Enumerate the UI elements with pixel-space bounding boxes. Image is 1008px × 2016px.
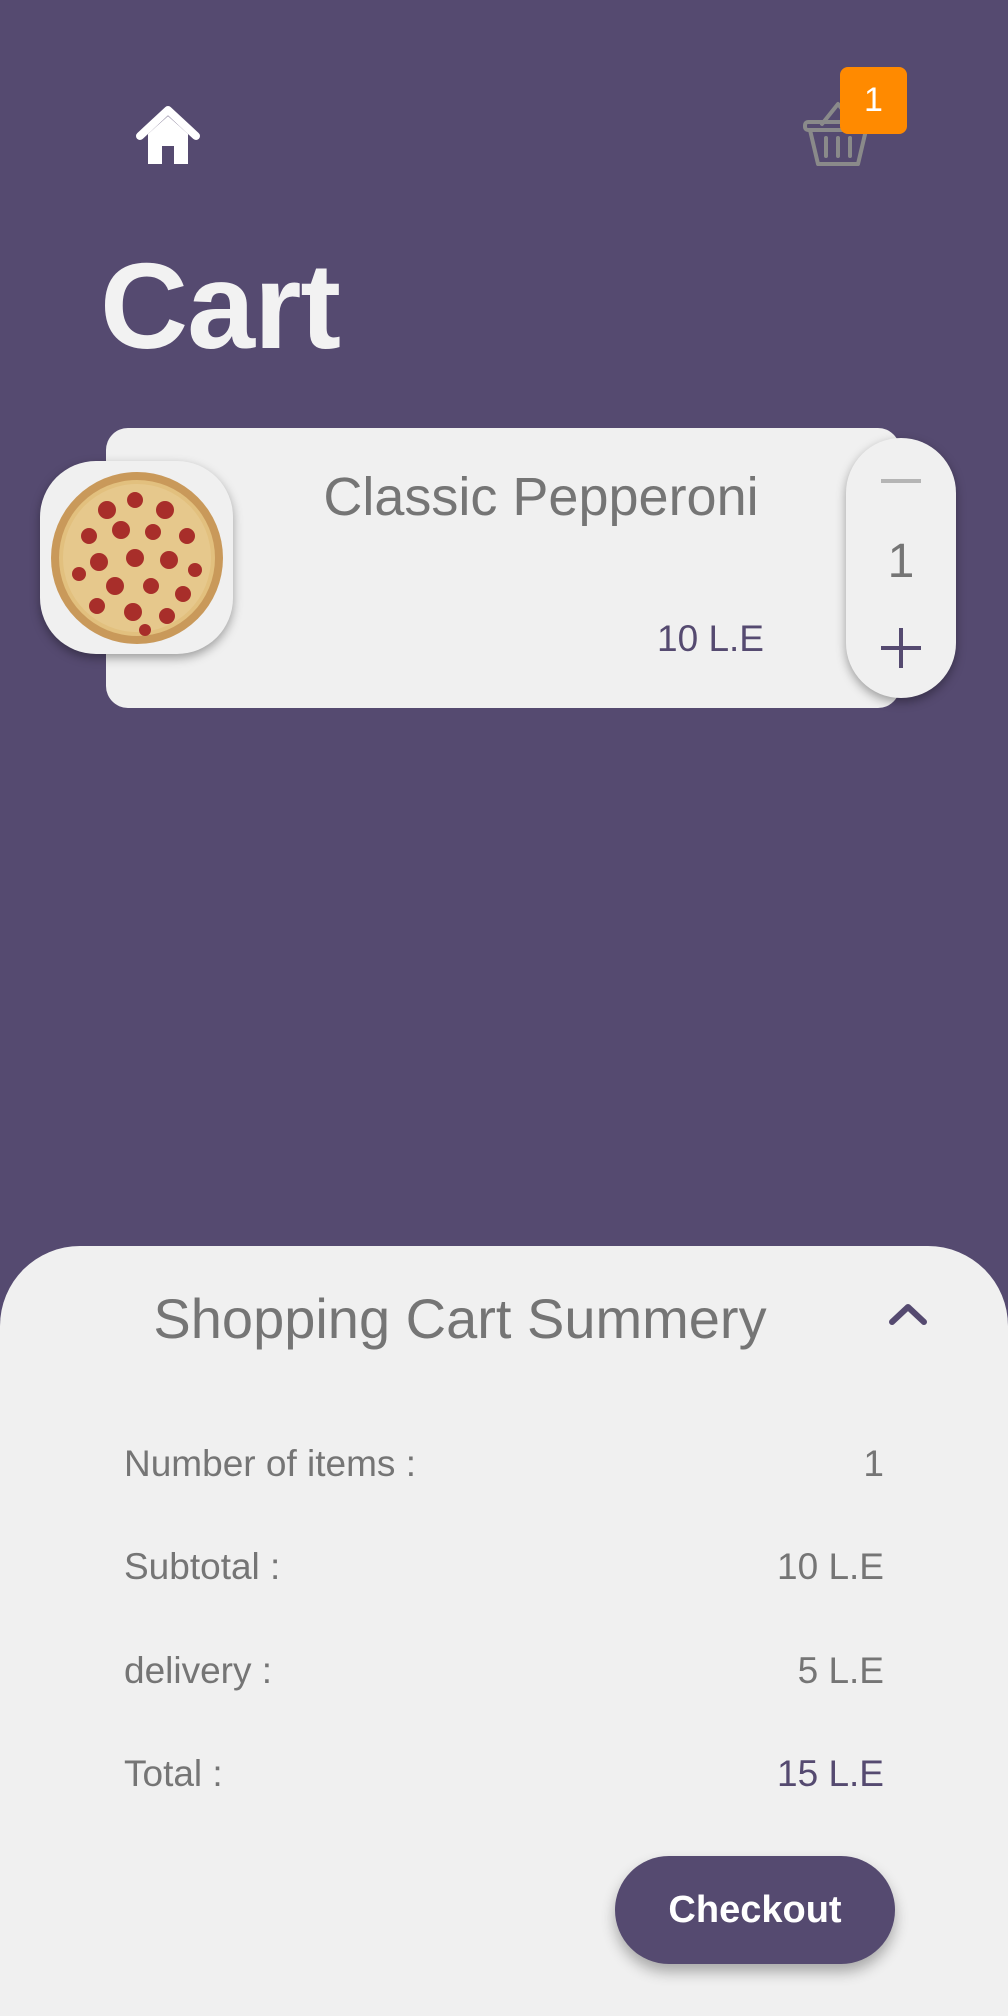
page-title: Cart xyxy=(100,238,341,374)
pizza-image xyxy=(40,461,233,654)
plus-icon xyxy=(881,628,921,668)
increase-quantity-button[interactable] xyxy=(846,618,956,678)
quantity-value: 1 xyxy=(887,535,915,588)
home-icon[interactable] xyxy=(132,100,204,172)
summary-total-value: 15 L.E xyxy=(777,1753,884,1794)
decrease-quantity-button[interactable] xyxy=(846,456,956,506)
summary-label: delivery : xyxy=(124,1650,273,1691)
chevron-up-icon[interactable] xyxy=(880,1294,936,1334)
cart-count-badge: 1 xyxy=(840,67,907,134)
summary-row-items: Number of items : 1 xyxy=(124,1443,884,1493)
summary-label: Total : xyxy=(124,1753,223,1794)
summary-row-total: Total : 15 L.E xyxy=(124,1753,884,1803)
summary-label: Number of items : xyxy=(124,1443,416,1484)
checkout-button[interactable]: Checkout xyxy=(615,1856,895,1964)
summary-row-subtotal: Subtotal : 10 L.E xyxy=(124,1546,884,1596)
quantity-stepper: 1 xyxy=(846,438,956,698)
cart-item-name: Classic Pepperoni xyxy=(323,467,759,527)
summary-value: 10 L.E xyxy=(777,1546,884,1587)
summary-row-delivery: delivery : 5 L.E xyxy=(124,1650,884,1700)
summary-value: 5 L.E xyxy=(797,1650,884,1691)
minus-icon xyxy=(881,479,921,483)
cart-item-price: 10 L.E xyxy=(657,618,764,659)
summary-title: Shopping Cart Summery xyxy=(153,1287,767,1350)
summary-value: 1 xyxy=(863,1443,884,1484)
summary-label: Subtotal : xyxy=(124,1546,281,1587)
